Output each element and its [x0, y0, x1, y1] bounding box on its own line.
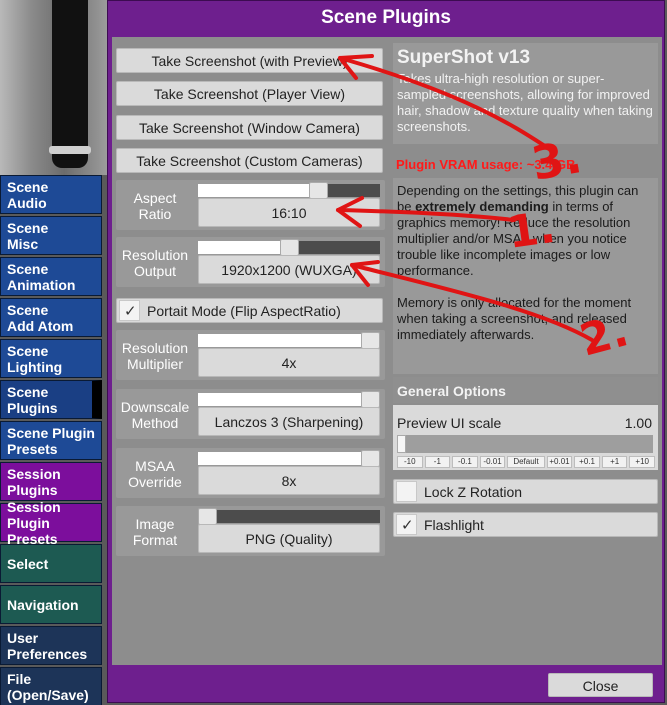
image-format-slider[interactable] [198, 508, 380, 525]
plugin-description: Takes ultra-high resolution or super-sam… [397, 71, 653, 134]
memory-warning-box: Depending on the settings, this plugin c… [393, 178, 658, 374]
preview-scale-slider[interactable] [397, 435, 653, 453]
flashlight-toggle[interactable]: ✓ Flashlight [393, 512, 658, 537]
warning-note: Memory is only allocated for the moment … [397, 295, 632, 342]
plugin-info-box: SuperShot v13 Takes ultra-high resolutio… [393, 43, 658, 144]
preview-scale-value: 1.00 [624, 415, 652, 431]
resolution-multiplier-slider[interactable] [198, 332, 380, 349]
slider-handle[interactable] [361, 450, 380, 467]
aspect-ratio-group: Aspect Ratio 16:10 [116, 180, 385, 230]
menu-item[interactable]: Scene Plugin Presets [0, 421, 102, 460]
take-screenshot-player-button[interactable]: Take Screenshot (Player View) [116, 81, 383, 106]
menu-item[interactable]: Navigation [0, 585, 102, 624]
general-options-title: General Options [397, 383, 506, 399]
image-format-selector[interactable]: PNG (Quality) [198, 524, 380, 553]
step-button[interactable]: Default [507, 456, 545, 468]
msaa-override-slider[interactable] [198, 450, 380, 467]
step-button[interactable]: -0.1 [452, 456, 478, 468]
msaa-override-selector[interactable]: 8x [198, 466, 380, 495]
resolution-multiplier-selector[interactable]: 4x [198, 348, 380, 377]
menu-item[interactable]: Session Plugin Presets [0, 499, 102, 547]
plugin-title: SuperShot v13 [397, 47, 531, 68]
menu-item[interactable]: Scene Plugins [0, 380, 102, 419]
left-menu: Scene Audio Scene Misc Scene Animation Scen… [0, 175, 104, 705]
menu-item[interactable]: Scene Add Atom [0, 298, 102, 337]
step-button[interactable]: +0.01 [546, 456, 573, 468]
menu-item[interactable]: File (Open/Save) [0, 667, 102, 705]
portrait-mode-label: Portait Mode (Flip AspectRatio) [147, 303, 341, 319]
menu-item[interactable]: Scene Animation [0, 257, 102, 296]
resolution-output-group: Resolution Output 1920x1200 (WUXGA) [116, 237, 385, 287]
slider-handle[interactable] [397, 435, 406, 453]
slider-handle[interactable] [361, 391, 380, 408]
lock-z-rotation-toggle[interactable]: ✓ Lock Z Rotation [393, 479, 658, 504]
aspect-ratio-slider[interactable] [198, 182, 380, 199]
checkmark-icon: ✓ [124, 303, 137, 320]
take-screenshot-custom-button[interactable]: Take Screenshot (Custom Cameras) [116, 148, 383, 173]
slider-handle[interactable] [198, 508, 217, 525]
lock-z-rotation-checkbox[interactable]: ✓ [396, 481, 417, 502]
menu-item[interactable]: Scene Misc [0, 216, 102, 255]
preview-scale-control: Preview UI scale 1.00 -10 -1 -0.1 -0.01 Defa… [393, 405, 658, 470]
memory-warning-text: Depending on the settings, this plugin c… [397, 183, 655, 343]
slider-handle[interactable] [309, 182, 328, 199]
resolution-output-slider[interactable] [198, 239, 380, 256]
scene-plugins-window: Scene Plugins Take Screenshot (with Prev… [107, 0, 665, 703]
portrait-mode-checkbox[interactable]: ✓ [119, 300, 140, 321]
msaa-override-label: MSAA Override [128, 458, 182, 490]
flashlight-checkbox[interactable]: ✓ [396, 514, 417, 535]
portrait-mode-toggle[interactable]: ✓ Portait Mode (Flip AspectRatio) [116, 298, 383, 323]
menu-item[interactable]: Scene Audio [0, 175, 102, 214]
slider-handle[interactable] [280, 239, 299, 256]
resolution-multiplier-label: Resolution Multiplier [121, 340, 189, 372]
aspect-ratio-selector[interactable]: 16:10 [198, 198, 380, 227]
menu-item[interactable]: Select [0, 544, 102, 583]
window-title: Scene Plugins [321, 7, 451, 28]
resolution-output-selector[interactable]: 1920x1200 (WUXGA) [198, 255, 380, 284]
menu-item[interactable]: Scene Lighting [0, 339, 102, 378]
resolution-output-label: Resolution Output [121, 247, 189, 279]
preview-scale-steps: -10 -1 -0.1 -0.01 Default +0.01 +0.1 +1 +10 [397, 456, 655, 468]
checkmark-icon: ✓ [401, 517, 414, 534]
menu-item[interactable]: User Preferences [0, 626, 102, 665]
viewport-background [0, 0, 107, 175]
vram-usage-text: Plugin VRAM usage: ~3.4 GB. [396, 157, 580, 172]
downscale-method-slider[interactable] [198, 391, 380, 408]
step-button[interactable]: -0.01 [479, 456, 506, 468]
preview-scale-label: Preview UI scale [397, 415, 502, 431]
step-button[interactable]: -1 [424, 456, 451, 468]
image-format-label: Image Format [132, 516, 178, 548]
downscale-method-label: Downscale Method [120, 399, 190, 431]
lock-z-rotation-label: Lock Z Rotation [424, 484, 523, 500]
slider-handle[interactable] [361, 332, 380, 349]
resolution-multiplier-group: Resolution Multiplier 4x [116, 330, 385, 380]
scene-object-ring [49, 146, 91, 154]
general-options-header: General Options [393, 377, 658, 403]
take-screenshot-preview-button[interactable]: Take Screenshot (with Preview) [116, 48, 383, 73]
aspect-ratio-label: Aspect Ratio [133, 190, 177, 222]
scene-object [52, 0, 88, 168]
plugin-panel: Take Screenshot (with Preview) Take Scre… [112, 37, 662, 665]
flashlight-label: Flashlight [424, 517, 484, 533]
menu-item[interactable]: Session Plugins [0, 462, 102, 501]
step-button[interactable]: -10 [397, 456, 423, 468]
step-button[interactable]: +0.1 [574, 456, 600, 468]
warning-emphasis: extremely demanding [415, 199, 549, 214]
take-screenshot-window-button[interactable]: Take Screenshot (Window Camera) [116, 115, 383, 140]
step-button[interactable]: +1 [601, 456, 628, 468]
downscale-method-group: Downscale Method Lanczos 3 (Sharpening) [116, 389, 385, 439]
msaa-override-group: MSAA Override 8x [116, 448, 385, 498]
image-format-group: Image Format PNG (Quality) [116, 506, 385, 556]
step-button[interactable]: +10 [629, 456, 655, 468]
downscale-method-selector[interactable]: Lanczos 3 (Sharpening) [198, 407, 380, 436]
close-button[interactable]: Close [548, 673, 653, 697]
